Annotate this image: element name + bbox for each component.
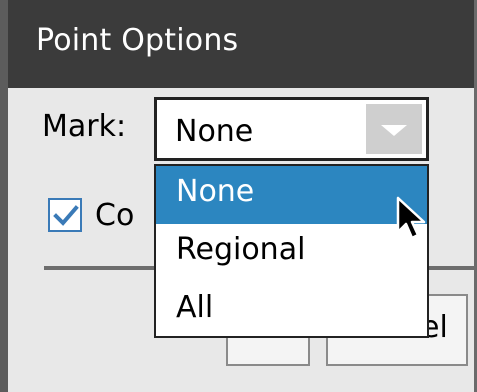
mouse-pointer-icon [396,196,426,240]
show-points-checkbox[interactable] [48,198,82,232]
chevron-down-icon [381,125,407,136]
dropdown-option-regional[interactable]: Regional [156,224,427,282]
point-options-dialog: Point Options Mark: None Cots OK Cancel … [0,0,477,392]
check-icon [53,205,79,226]
dropdown-option-none[interactable]: None [156,166,427,224]
checkbox-label-start: Co [95,198,135,233]
mark-dropdown-list: None Regional All [154,164,429,338]
option-label: Regional [176,232,306,267]
option-label: All [176,290,214,325]
dropdown-option-all[interactable]: All [156,282,427,340]
dialog-title: Point Options [36,23,239,58]
dialog-titlebar: Point Options [8,0,477,88]
option-label: None [176,174,255,209]
mark-label: Mark: [42,109,127,144]
dropdown-arrow-button[interactable] [366,104,422,154]
mark-select-value: None [175,114,254,149]
mark-select[interactable]: None [154,97,429,161]
